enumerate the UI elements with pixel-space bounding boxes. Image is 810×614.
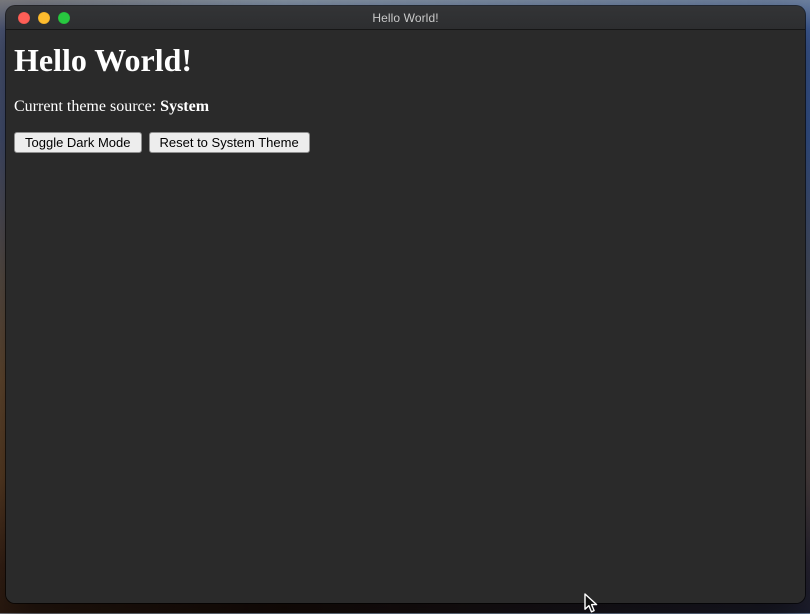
theme-source-text: Current theme source: System — [14, 98, 797, 116]
page-title: Hello World! — [14, 42, 797, 79]
button-row: Toggle Dark Mode Reset to System Theme — [14, 132, 797, 153]
theme-source-value: System — [160, 98, 209, 115]
desktop: { "colors": { "window_background": "#2a2… — [0, 0, 810, 613]
toggle-dark-mode-button[interactable]: Toggle Dark Mode — [14, 132, 142, 153]
app-window: Hello World! Hello World! Current theme … — [6, 6, 805, 603]
close-button[interactable] — [18, 12, 30, 24]
page-body: Hello World! Current theme source: Syste… — [14, 42, 797, 153]
window-content: Hello World! Current theme source: Syste… — [6, 42, 805, 603]
reset-to-system-theme-button[interactable]: Reset to System Theme — [149, 132, 310, 153]
theme-source-label: Current theme source: — [14, 98, 160, 115]
window-title: Hello World! — [372, 11, 438, 25]
titlebar[interactable]: Hello World! — [6, 6, 805, 30]
minimize-button[interactable] — [38, 12, 50, 24]
traffic-lights — [18, 6, 70, 29]
zoom-button[interactable] — [58, 12, 70, 24]
